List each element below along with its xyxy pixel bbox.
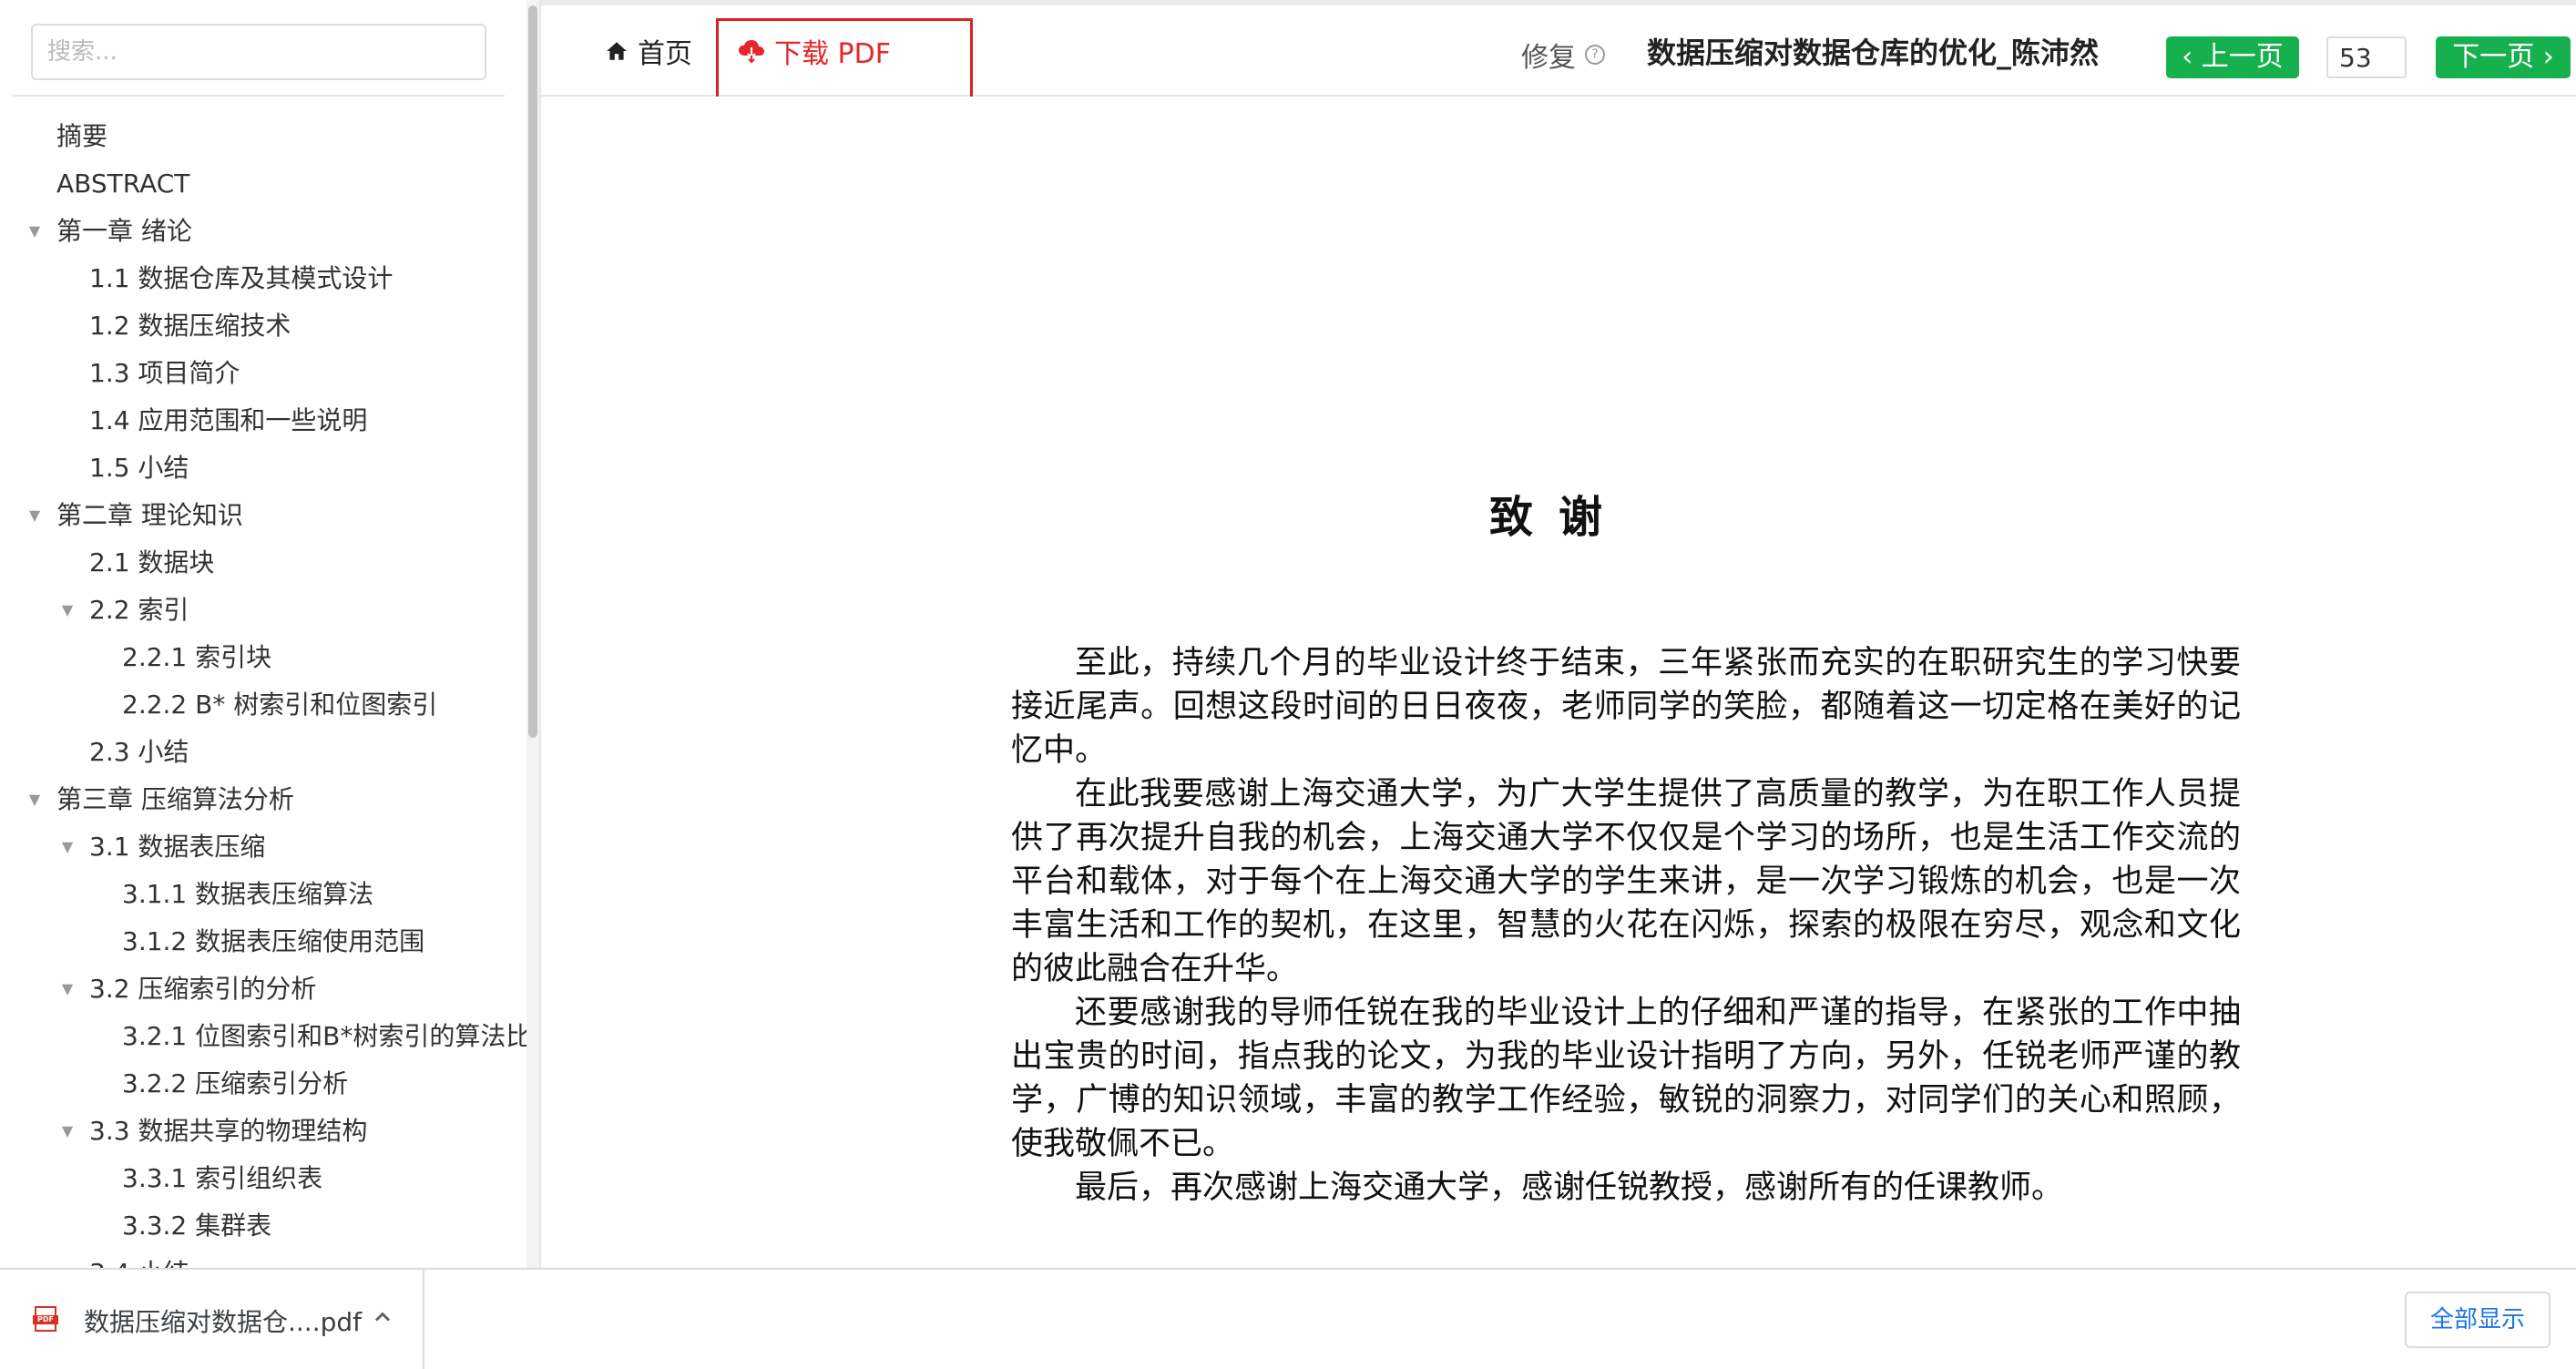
toc-item-label: 第三章 压缩算法分析 (56, 784, 294, 814)
caret-down-icon[interactable]: ▼ (56, 965, 78, 1013)
caret-down-icon[interactable]: ▼ (56, 587, 78, 634)
paragraph: 在此我要感谢上海交通大学，为广大学生提供了高质量的教学，为在职工作人员提供了再次… (1011, 776, 2241, 987)
chevron-left-icon: ‹ (2182, 41, 2202, 73)
home-link[interactable]: 首页 (605, 33, 692, 70)
toc-item[interactable]: 1.1 数据仓库及其模式设计 (0, 255, 530, 302)
table-of-contents: 摘要 ABSTRACT ▼ 第一章 绪论 1.1 数据仓库及其模式设计 1.2 数据压缩技… (0, 113, 530, 1268)
toc-item-label: 1.2 数据压缩技术 (89, 311, 291, 341)
toc-item[interactable]: ▼ 3.3 数据共享的物理结构 (0, 1108, 530, 1155)
toc-item[interactable]: 2.1 数据块 (0, 539, 530, 587)
prev-page-label: 上一页 (2201, 41, 2284, 73)
toc-item[interactable]: ▼ 3.1 数据表压缩 (0, 823, 530, 871)
paragraph: 还要感谢我的导师任锐在我的毕业设计上的仔细和严谨的指导，在紧张的工作中抽出宝贵的… (1011, 995, 2241, 1162)
toc-item-label: 2.1 数据块 (89, 547, 215, 577)
toc-item[interactable]: ▼ 第二章 理论知识 (0, 492, 530, 539)
toc-item-label: 2.2.1 索引块 (122, 642, 272, 672)
toc-item-label: 摘要 (56, 121, 108, 151)
download-pdf-label: 下载 PDF (774, 38, 891, 70)
toc-item[interactable]: 1.2 数据压缩技术 (0, 302, 530, 350)
document-body: 至此，持续几个月的毕业设计终于结束，三年紧张而充实的在职研究生的学习快要接近尾声… (1011, 641, 2241, 1210)
caret-down-icon[interactable]: ▼ (56, 1108, 78, 1155)
toc-item[interactable]: 1.4 应用范围和一些说明 (0, 397, 530, 444)
toc-item-label: 3.2.1 位图索引和B*树索引的算法比较 (122, 1021, 530, 1051)
toc-item-label: 第二章 理论知识 (56, 500, 243, 530)
toc-item-label: 3.3 数据共享的物理结构 (89, 1116, 368, 1146)
toc-item-label: 3.1.1 数据表压缩算法 (122, 879, 374, 909)
document-title: 数据压缩对数据仓库的优化_陈沛然 (1647, 36, 2100, 70)
download-bar: PDF 数据压缩对数据仓....pdf 全部显示 (0, 1268, 2576, 1369)
caret-down-icon[interactable]: ▼ (24, 208, 46, 255)
sidebar: 摘要 ABSTRACT ▼ 第一章 绪论 1.1 数据仓库及其模式设计 1.2 数据压缩技… (0, 0, 541, 1268)
caret-down-icon[interactable]: ▼ (24, 776, 46, 823)
toc-item-label: 1.3 项目简介 (89, 358, 240, 388)
toc-item[interactable]: 2.3 小结 (0, 729, 530, 776)
toc-item-label: 1.4 应用范围和一些说明 (89, 405, 368, 435)
toc-item-label: 3.4 小结 (89, 1250, 189, 1268)
toc-item-label: 3.1.2 数据表压缩使用范围 (122, 926, 425, 956)
paragraph: 至此，持续几个月的毕业设计终于结束，三年紧张而充实的在职研究生的学习快要接近尾声… (1011, 645, 2241, 769)
toc-item-label: 3.1 数据表压缩 (89, 832, 266, 862)
toc-item[interactable]: 1.3 项目简介 (0, 350, 530, 397)
divider (13, 95, 505, 97)
caret-down-icon[interactable]: ▼ (56, 823, 78, 871)
toc-item-label: 3.3.2 集群表 (122, 1211, 272, 1241)
toc-item-label: ABSTRACT (56, 169, 190, 199)
toc-item[interactable]: ▼ 3.2 压缩索引的分析 (0, 965, 530, 1013)
toc-item[interactable]: ▼ 2.2 索引 (0, 587, 530, 634)
toc-item[interactable]: 摘要 (0, 113, 530, 160)
pdf-icon-badge: PDF (33, 1315, 58, 1324)
next-page-label: 下一页 (2452, 41, 2535, 73)
toc-item-label: 2.2 索引 (89, 595, 189, 625)
show-all-button[interactable]: 全部显示 (2405, 1292, 2550, 1348)
toc-item-label: 1.1 数据仓库及其模式设计 (89, 263, 394, 293)
download-item[interactable]: PDF 数据压缩对数据仓....pdf (0, 1270, 424, 1369)
sidebar-scrollbar-thumb[interactable] (528, 5, 537, 738)
toc-item-label: 2.2.2 B* 树索引和位图索引 (122, 690, 438, 720)
toc-item[interactable]: ABSTRACT (0, 160, 530, 208)
toc-item[interactable]: 3.2.1 位图索引和B*树索引的算法比较 (0, 1013, 530, 1060)
toc-item[interactable]: 1.5 小结 (0, 444, 530, 492)
help-icon[interactable]: ? (1585, 45, 1605, 65)
toc-item[interactable]: ▼ 第三章 压缩算法分析 (0, 776, 530, 823)
download-file-name: 数据压缩对数据仓....pdf (84, 1307, 363, 1337)
toc-item-label: 3.2.2 压缩索引分析 (122, 1068, 349, 1098)
repair-button[interactable]: 修复 ? (1521, 38, 1605, 74)
search-input[interactable] (33, 26, 485, 78)
chevron-up-icon[interactable] (370, 1304, 395, 1330)
prev-page-button[interactable]: ‹ 上一页 (2166, 36, 2299, 78)
toc-item-label: 3.2 压缩索引的分析 (89, 974, 317, 1004)
toc-item[interactable]: 3.4 小结 (0, 1250, 530, 1268)
toc-item[interactable]: 3.2.2 压缩索引分析 (0, 1060, 530, 1108)
toolbar: 首页 下载 PDF 修复 ? 数据压缩对数据仓库的优化_陈沛然 ‹ 上一页 下一… (541, 5, 2576, 97)
download-pdf-button[interactable]: 下载 PDF (738, 33, 891, 70)
page-number-input[interactable] (2326, 36, 2407, 78)
home-label: 首页 (638, 38, 692, 70)
toc-item[interactable]: 3.3.1 索引组织表 (0, 1155, 530, 1202)
toc-item[interactable]: ▼ 第一章 绪论 (0, 208, 530, 255)
document-viewer: 致谢 至此，持续几个月的毕业设计终于结束，三年紧张而充实的在职研究生的学习快要接… (541, 97, 2576, 1268)
toc-item[interactable]: 3.1.2 数据表压缩使用范围 (0, 918, 530, 965)
cloud-download-icon (739, 40, 764, 63)
next-page-button[interactable]: 下一页 › (2436, 36, 2571, 78)
pdf-file-icon: PDF (33, 1306, 58, 1332)
toc-item-label: 3.3.1 索引组织表 (122, 1163, 323, 1193)
repair-label: 修复 (1521, 42, 1576, 74)
search-box (31, 24, 486, 80)
chevron-right-icon: › (2534, 41, 2554, 73)
home-icon (607, 42, 627, 60)
toc-item-label: 1.5 小结 (89, 453, 189, 483)
caret-down-icon[interactable]: ▼ (24, 492, 46, 539)
toc-item[interactable]: 2.2.1 索引块 (0, 634, 530, 681)
paragraph: 最后，再次感谢上海交通大学，感谢任锐教授，感谢所有的任课教师。 (1075, 1170, 2064, 1206)
toc-item[interactable]: 2.2.2 B* 树索引和位图索引 (0, 681, 530, 729)
toc-item-label: 2.3 小结 (89, 737, 189, 767)
page-heading: 致谢 (1488, 492, 1628, 543)
toc-item[interactable]: 3.1.1 数据表压缩算法 (0, 871, 530, 918)
toc-item[interactable]: 3.3.2 集群表 (0, 1202, 530, 1250)
toc-item-label: 第一章 绪论 (56, 216, 192, 246)
